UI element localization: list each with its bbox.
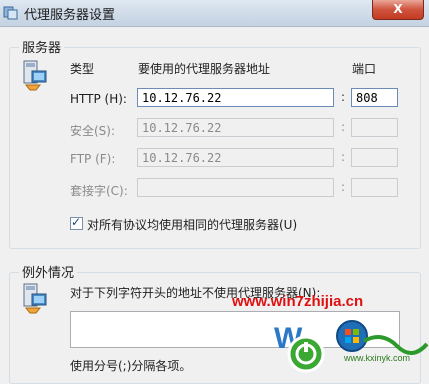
socks-port-input[interactable]	[351, 178, 398, 197]
col-address-label: 要使用的代理服务器地址	[138, 62, 271, 76]
socks-port-colon: :	[341, 180, 346, 194]
same-proxy-label[interactable]: 对所有协议均使用相同的代理服务器(U)	[87, 216, 297, 233]
exceptions-group-label: 例外情况	[19, 262, 78, 281]
title-bar: 代理服务器设置 X	[0, 0, 429, 27]
col-type-label: 类型	[70, 62, 95, 76]
socks-address-input[interactable]	[137, 178, 334, 197]
checkmark-icon: ✓	[71, 215, 82, 229]
network-computer-icon	[23, 60, 47, 91]
same-proxy-checkbox[interactable]: ✓	[70, 215, 83, 230]
servers-group-label: 服务器	[19, 37, 65, 56]
close-button[interactable]: X	[372, 0, 424, 20]
secure-port-colon: :	[341, 120, 346, 134]
watermark-site-label: www.kxinyk.com	[344, 353, 411, 363]
secure-address-input[interactable]: 10.12.76.22	[137, 118, 334, 137]
ftp-port-input[interactable]	[351, 148, 398, 167]
exceptions-hint: 使用分号(;)分隔各项。	[70, 359, 192, 373]
ftp-port-colon: :	[341, 150, 346, 164]
http-port-input[interactable]: 808	[351, 88, 398, 107]
http-label: HTTP (H):	[70, 92, 127, 106]
col-port-label: 端口	[352, 62, 377, 76]
socks-label: 套接字(C):	[70, 184, 128, 198]
secure-label: 安全(S):	[70, 124, 116, 138]
ftp-address-input[interactable]: 10.12.76.22	[137, 148, 334, 167]
secure-port-input[interactable]	[351, 118, 398, 137]
window-title: 代理服务器设置	[24, 8, 116, 23]
http-port-colon: :	[341, 90, 346, 104]
http-address-input[interactable]: 10.12.76.22	[137, 88, 334, 107]
exceptions-computer-icon	[23, 283, 47, 314]
ftp-label: FTP (F):	[70, 152, 116, 166]
proxy-settings-icon	[3, 6, 18, 20]
